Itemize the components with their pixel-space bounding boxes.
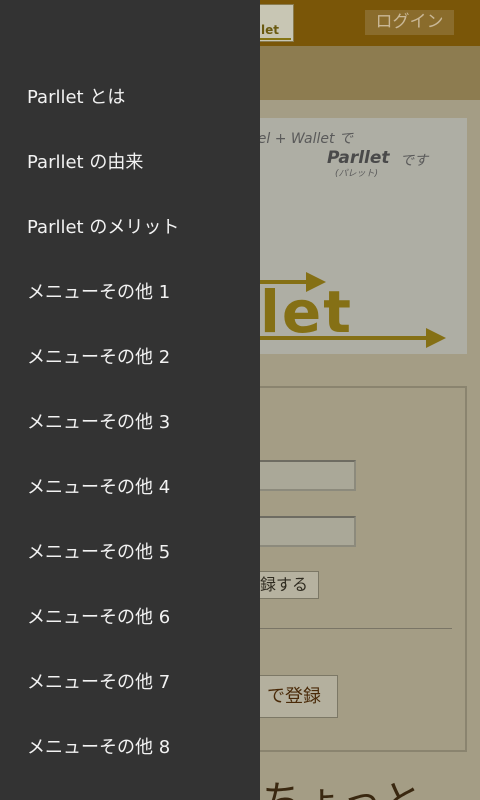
- hero-banner: llel + Wallet で Parllet です (パレット) let: [250, 118, 467, 354]
- drawer-item-other-1[interactable]: メニューその他 1: [0, 258, 260, 323]
- drawer-item-other-2[interactable]: メニューその他 2: [0, 323, 260, 388]
- drawer-menu-list: Parllet とは Parllet の由来 Parllet のメリット メニュ…: [0, 63, 260, 778]
- drawer-item-origin[interactable]: Parllet の由来: [0, 128, 260, 193]
- hero-brand-name: Parllet: [327, 148, 390, 168]
- logo-thumbnail-text: let: [261, 23, 279, 37]
- login-button[interactable]: ログイン: [365, 10, 454, 35]
- registration-form: 録する で登録: [230, 386, 467, 752]
- drawer-item-other-7[interactable]: メニューその他 7: [0, 648, 260, 713]
- drawer-item-merits[interactable]: Parllet のメリット: [0, 193, 260, 258]
- form-input-1[interactable]: [252, 460, 356, 491]
- hero-brand-reading: (パレット): [335, 169, 379, 179]
- footer-heading: ちょっと: [262, 768, 422, 800]
- drawer-item-about[interactable]: Parllet とは: [0, 63, 260, 128]
- form-input-2[interactable]: [252, 516, 356, 547]
- hero-tagline: llel + Wallet で: [250, 131, 353, 147]
- drawer-item-other-4[interactable]: メニューその他 4: [0, 453, 260, 518]
- drawer-item-other-3[interactable]: メニューその他 3: [0, 388, 260, 453]
- register-button[interactable]: 録する: [252, 571, 319, 599]
- navigation-drawer: Parllet とは Parllet の由来 Parllet のメリット メニュ…: [0, 0, 260, 800]
- drawer-item-other-6[interactable]: メニューその他 6: [0, 583, 260, 648]
- hero-brand-suffix: です: [400, 153, 428, 169]
- drawer-item-other-8[interactable]: メニューその他 8: [0, 713, 260, 778]
- quick-register-button[interactable]: で登録: [252, 675, 338, 718]
- drawer-item-other-5[interactable]: メニューその他 5: [0, 518, 260, 583]
- logo-arrow-lower-head: [426, 328, 446, 348]
- form-divider: [252, 628, 452, 629]
- logo-arrow-lower-line: [250, 336, 428, 340]
